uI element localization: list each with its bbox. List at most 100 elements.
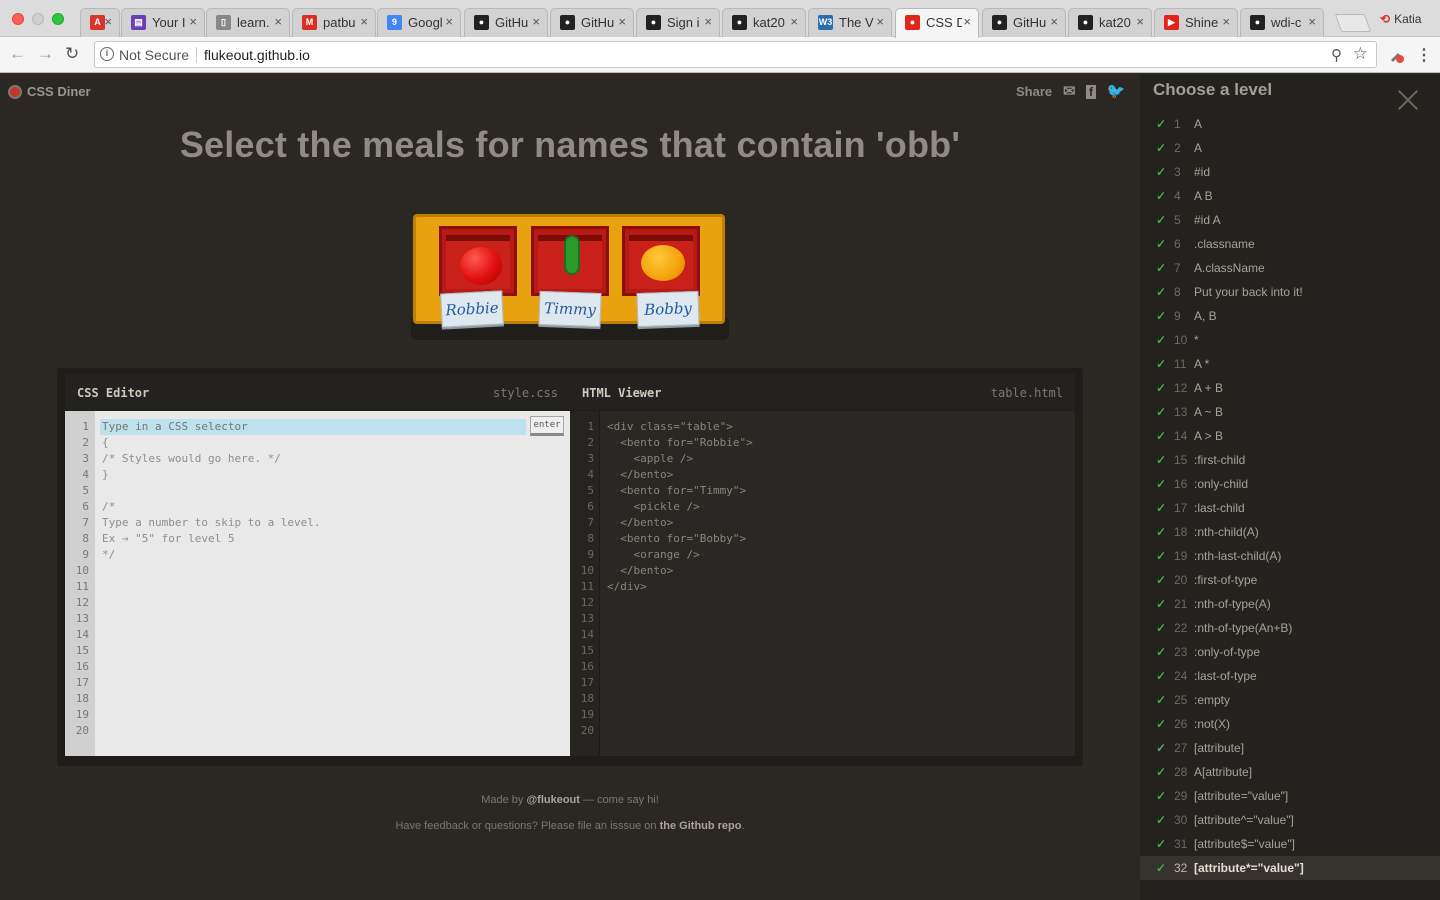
level-item[interactable]: ✓ 4 A B bbox=[1140, 184, 1440, 208]
html-viewer: 1 2 3 4 5 6 7 8 9 10 11 12 13 14 15 16 1… bbox=[570, 411, 1075, 756]
level-item[interactable]: ✓ 24:last-of-type bbox=[1140, 664, 1440, 688]
close-tab-icon[interactable]: × bbox=[1136, 14, 1144, 29]
close-tab-icon[interactable]: × bbox=[189, 14, 197, 29]
close-tab-icon[interactable]: × bbox=[104, 14, 112, 29]
level-item[interactable]: ✓ 27 [attribute] bbox=[1140, 736, 1440, 760]
new-tab-button[interactable] bbox=[1334, 14, 1372, 32]
browser-tab[interactable]: ● GitHu × bbox=[982, 8, 1066, 37]
bento-bobby[interactable] bbox=[622, 226, 700, 296]
bento-robbie[interactable] bbox=[439, 226, 517, 296]
level-label: [attribute="value"] bbox=[1194, 789, 1289, 803]
level-item[interactable]: ✓ 19:nth-last-child(A) bbox=[1140, 544, 1440, 568]
level-item[interactable]: ✓ 10 * bbox=[1140, 328, 1440, 352]
level-instruction: Select the meals for names that contain … bbox=[179, 124, 961, 165]
level-item[interactable]: ✓ 12 A + B bbox=[1140, 376, 1440, 400]
orange-icon[interactable] bbox=[641, 245, 685, 281]
level-item[interactable]: ✓ 14 A > B bbox=[1140, 424, 1440, 448]
level-item[interactable]: ✓ 8 Put your back into it! bbox=[1140, 280, 1440, 304]
level-item[interactable]: ✓ 15:first-child bbox=[1140, 448, 1440, 472]
browser-tab[interactable]: ● wdi-c × bbox=[1240, 8, 1324, 37]
github-repo-link[interactable]: the Github repo bbox=[660, 820, 742, 832]
minimize-window-button[interactable] bbox=[32, 13, 44, 25]
back-arrow-icon[interactable]: ← bbox=[9, 44, 26, 64]
close-tab-icon[interactable]: × bbox=[618, 14, 626, 29]
close-tab-icon[interactable]: × bbox=[445, 14, 453, 29]
level-number: 27 bbox=[1174, 741, 1188, 755]
checkmark-icon: ✓ bbox=[1156, 189, 1167, 203]
level-item[interactable]: ✓ 20:first-of-type bbox=[1140, 568, 1440, 592]
browser-tab[interactable]: ● kat20 × bbox=[1068, 8, 1152, 37]
fullscreen-window-button[interactable] bbox=[52, 13, 64, 25]
browser-tab[interactable]: W3 The V × bbox=[808, 8, 892, 37]
extension-icon[interactable] bbox=[1388, 47, 1404, 63]
level-item[interactable]: ✓ 6 .classname bbox=[1140, 232, 1440, 256]
address-bar[interactable]: i Not Secure flukeout.github.io ⚲ ☆ bbox=[94, 41, 1377, 68]
close-tab-icon[interactable]: × bbox=[532, 14, 540, 29]
browser-tab[interactable]: ▤ Your I × bbox=[121, 8, 205, 37]
zoom-icon[interactable]: ⚲ bbox=[1331, 46, 1342, 64]
level-item[interactable]: ✓ 29 [attribute="value"] bbox=[1140, 784, 1440, 808]
level-item[interactable]: ✓ 2 A bbox=[1140, 136, 1440, 160]
forward-arrow-icon[interactable]: → bbox=[37, 44, 54, 64]
level-item[interactable]: ✓ 17:last-child bbox=[1140, 496, 1440, 520]
level-item[interactable]: ✓ 18:nth-child(A) bbox=[1140, 520, 1440, 544]
email-icon[interactable]: ✉ bbox=[1063, 82, 1076, 100]
level-item[interactable]: ✓ 3 #id bbox=[1140, 160, 1440, 184]
bookmark-star-icon[interactable]: ☆ bbox=[1353, 44, 1368, 64]
close-tab-icon[interactable]: × bbox=[1222, 14, 1230, 29]
pickle-icon[interactable] bbox=[564, 235, 580, 275]
level-item[interactable]: ✓ 21:nth-of-type(A) bbox=[1140, 592, 1440, 616]
level-item[interactable]: ✓ 9 A, B bbox=[1140, 304, 1440, 328]
profile-button[interactable]: ⟲ Katia bbox=[1380, 12, 1421, 26]
security-label[interactable]: Not Secure bbox=[119, 47, 189, 63]
bento-timmy[interactable] bbox=[531, 226, 609, 296]
site-logo[interactable]: CSS Diner bbox=[8, 84, 91, 99]
html-code[interactable]: <div class="table"> <bento for="Robbie">… bbox=[607, 419, 753, 595]
menu-kebab-icon[interactable]: ⋮ bbox=[1416, 45, 1432, 65]
twitter-icon[interactable]: 🐦 bbox=[1106, 82, 1125, 100]
apple-icon[interactable] bbox=[460, 247, 502, 285]
browser-tab[interactable]: ● Sign i × bbox=[636, 8, 720, 37]
close-tab-icon[interactable]: × bbox=[790, 14, 798, 29]
flukeout-link[interactable]: @flukeout bbox=[526, 794, 580, 806]
close-tab-icon[interactable]: × bbox=[274, 14, 282, 29]
facebook-icon[interactable]: f bbox=[1086, 85, 1097, 99]
browser-tab[interactable]: ▯ learn. × bbox=[206, 8, 290, 37]
browser-tab[interactable]: ● GitHu × bbox=[464, 8, 548, 37]
level-item[interactable]: ✓ 5 #id A bbox=[1140, 208, 1440, 232]
url-text[interactable]: flukeout.github.io bbox=[204, 47, 310, 63]
level-item[interactable]: ✓ 22:nth-of-type(An+B) bbox=[1140, 616, 1440, 640]
close-icon[interactable] bbox=[1397, 89, 1419, 111]
close-tab-icon[interactable]: × bbox=[1050, 14, 1058, 29]
close-tab-icon[interactable]: × bbox=[360, 14, 368, 29]
level-item[interactable]: ✓ 31 [attribute$="value"] bbox=[1140, 832, 1440, 856]
level-item[interactable]: ✓ 32 [attribute*="value"] bbox=[1140, 856, 1440, 880]
reload-icon[interactable]: ↻ bbox=[65, 44, 79, 64]
level-item[interactable]: ✓ 7 A.className bbox=[1140, 256, 1440, 280]
browser-tab[interactable]: ● GitHu × bbox=[550, 8, 634, 37]
level-item[interactable]: ✓ 13 A ~ B bbox=[1140, 400, 1440, 424]
level-item[interactable]: ✓ 28 A[attribute] bbox=[1140, 760, 1440, 784]
checkmark-icon: ✓ bbox=[1156, 525, 1167, 539]
enter-button[interactable]: enter bbox=[530, 416, 564, 436]
level-item[interactable]: ✓ 25:empty bbox=[1140, 688, 1440, 712]
level-item[interactable]: ✓ 11 A * bbox=[1140, 352, 1440, 376]
info-icon[interactable]: i bbox=[100, 47, 114, 61]
level-item[interactable]: ✓ 23:only-of-type bbox=[1140, 640, 1440, 664]
level-item[interactable]: ✓ 1 A bbox=[1140, 112, 1440, 136]
close-tab-icon[interactable]: × bbox=[704, 14, 712, 29]
browser-tab[interactable]: ▶ Shine × bbox=[1154, 8, 1238, 37]
level-item[interactable]: ✓ 26:not(X) bbox=[1140, 712, 1440, 736]
close-tab-icon[interactable]: × bbox=[876, 14, 884, 29]
browser-tab[interactable]: ● kat20 × bbox=[722, 8, 806, 37]
level-item[interactable]: ✓ 30 [attribute^="value"] bbox=[1140, 808, 1440, 832]
browser-tab[interactable]: A × bbox=[80, 8, 120, 37]
browser-tab[interactable]: ● CSS D × bbox=[895, 8, 979, 38]
css-selector-input[interactable] bbox=[100, 419, 526, 435]
browser-tab[interactable]: Mpatbu × bbox=[292, 8, 376, 37]
close-window-button[interactable] bbox=[12, 13, 24, 25]
level-item[interactable]: ✓ 16:only-child bbox=[1140, 472, 1440, 496]
browser-tab[interactable]: 9 Googl × bbox=[377, 8, 461, 37]
close-tab-icon[interactable]: × bbox=[1308, 14, 1316, 29]
close-tab-icon[interactable]: × bbox=[963, 14, 971, 29]
